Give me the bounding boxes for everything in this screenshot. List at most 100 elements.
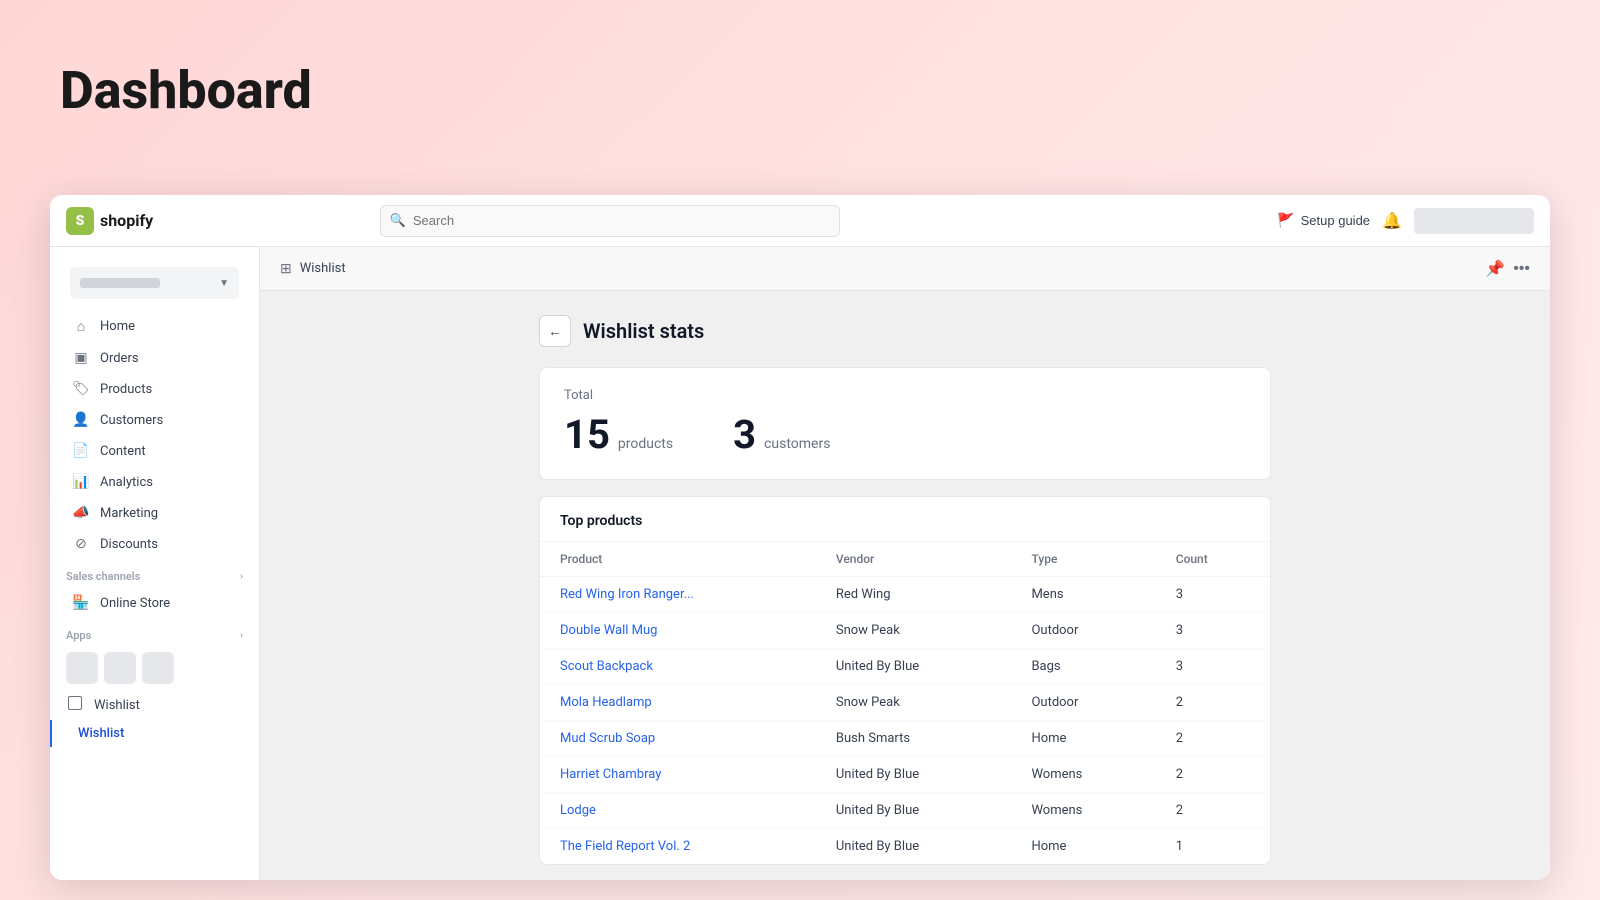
product-link[interactable]: Lodge	[560, 803, 596, 818]
store-name-placeholder	[80, 278, 160, 288]
type-cell: Home	[1011, 721, 1155, 757]
apps-section: Apps ›	[50, 619, 259, 646]
vendor-cell: Red Wing	[816, 577, 1012, 613]
count-cell: 2	[1156, 685, 1270, 721]
product-link[interactable]: Double Wall Mug	[560, 623, 657, 638]
sidebar-item-online-store-label: Online Store	[100, 596, 170, 611]
type-cell: Womens	[1011, 757, 1155, 793]
table-row: The Field Report Vol. 2 United By Blue H…	[540, 829, 1270, 865]
product-link[interactable]: Mud Scrub Soap	[560, 731, 655, 746]
count-cell: 3	[1156, 577, 1270, 613]
sidebar-item-orders-label: Orders	[100, 351, 139, 366]
vendor-cell: United By Blue	[816, 829, 1012, 865]
type-cell: Outdoor	[1011, 613, 1155, 649]
top-bar: S shopify 🔍 🚩 Setup guide 🔔	[50, 195, 1550, 247]
sidebar-item-orders[interactable]: ▣ Orders	[56, 343, 253, 373]
search-icon: 🔍	[390, 213, 406, 228]
col-type: Type	[1011, 542, 1155, 577]
discounts-icon: ⊘	[72, 536, 90, 552]
col-vendor: Vendor	[816, 542, 1012, 577]
product-link[interactable]: Scout Backpack	[560, 659, 653, 674]
app-icon-2[interactable]	[104, 652, 136, 684]
product-link[interactable]: The Field Report Vol. 2	[560, 839, 690, 854]
sidebar-item-products[interactable]: 🏷 Products	[56, 374, 253, 404]
vendor-cell: Snow Peak	[816, 685, 1012, 721]
apps-icons	[50, 646, 259, 690]
customers-count: 3	[733, 415, 756, 455]
wishlist-content: ← Wishlist stats Total 15 products 3 cus…	[515, 291, 1295, 880]
stats-numbers: 15 products 3 customers	[564, 415, 1246, 455]
sidebar-item-content[interactable]: 📄 Content	[56, 436, 253, 466]
top-bar-right: 🚩 Setup guide 🔔	[1277, 208, 1534, 234]
sidebar-item-wishlist-active-label: Wishlist	[78, 726, 124, 741]
count-cell: 2	[1156, 793, 1270, 829]
sidebar-item-wishlist-parent[interactable]: Wishlist	[50, 690, 259, 720]
marketing-icon: 📣	[72, 505, 90, 521]
products-unit: products	[618, 436, 673, 452]
type-cell: Womens	[1011, 793, 1155, 829]
shopify-logo: S shopify	[66, 207, 153, 235]
search-input[interactable]	[380, 205, 840, 237]
customers-unit: customers	[764, 436, 830, 452]
sidebar-item-wishlist-active[interactable]: Wishlist	[50, 720, 259, 747]
flag-icon: 🚩	[1277, 212, 1294, 229]
orders-icon: ▣	[72, 350, 90, 366]
sidebar-item-customers[interactable]: 👤 Customers	[56, 405, 253, 435]
type-cell: Home	[1011, 829, 1155, 865]
vendor-cell: United By Blue	[816, 757, 1012, 793]
product-cell: Double Wall Mug	[540, 613, 816, 649]
product-cell: Red Wing Iron Ranger...	[540, 577, 816, 613]
count-cell: 2	[1156, 721, 1270, 757]
sidebar-item-analytics-label: Analytics	[100, 475, 153, 490]
content-icon: 📄	[72, 443, 90, 459]
products-icon: 🏷	[72, 381, 90, 397]
app-icon-1[interactable]	[66, 652, 98, 684]
setup-guide-button[interactable]: 🚩 Setup guide	[1277, 212, 1370, 229]
sales-channels-chevron[interactable]: ›	[240, 571, 243, 582]
wishlist-parent-icon	[66, 696, 84, 714]
sales-channels-label: Sales channels	[66, 570, 140, 583]
chevron-down-icon: ▼	[219, 278, 229, 289]
vendor-cell: United By Blue	[816, 793, 1012, 829]
apps-chevron[interactable]: ›	[240, 630, 243, 641]
sidebar-item-wishlist-parent-label: Wishlist	[94, 698, 140, 713]
sidebar-item-home-label: Home	[100, 319, 135, 334]
notifications-button[interactable]: 🔔	[1382, 211, 1402, 231]
type-cell: Bags	[1011, 649, 1155, 685]
product-link[interactable]: Harriet Chambray	[560, 767, 661, 782]
product-cell: Scout Backpack	[540, 649, 816, 685]
sidebar-item-analytics[interactable]: 📊 Analytics	[56, 467, 253, 497]
app-icon-3[interactable]	[142, 652, 174, 684]
online-store-icon: 🏪	[72, 595, 90, 611]
customers-stat: 3 customers	[733, 415, 830, 455]
sidebar-item-discounts[interactable]: ⊘ Discounts	[56, 529, 253, 559]
table-row: Lodge United By Blue Womens 2	[540, 793, 1270, 829]
products-count: 15	[564, 415, 610, 455]
sidebar-item-online-store[interactable]: 🏪 Online Store	[56, 588, 253, 618]
sidebar-item-customers-label: Customers	[100, 413, 163, 428]
product-link[interactable]: Mola Headlamp	[560, 695, 652, 710]
table-row: Scout Backpack United By Blue Bags 3	[540, 649, 1270, 685]
breadcrumb-icon: ⊞	[280, 261, 292, 277]
more-button[interactable]: •••	[1513, 260, 1530, 278]
table-row: Mola Headlamp Snow Peak Outdoor 2	[540, 685, 1270, 721]
pin-button[interactable]: 📌	[1485, 259, 1505, 279]
product-cell: Lodge	[540, 793, 816, 829]
sidebar-item-home[interactable]: ⌂ Home	[56, 311, 253, 342]
count-cell: 3	[1156, 613, 1270, 649]
sales-channels-section: Sales channels ›	[50, 560, 259, 587]
type-cell: Outdoor	[1011, 685, 1155, 721]
product-cell: Mola Headlamp	[540, 685, 816, 721]
product-link[interactable]: Red Wing Iron Ranger...	[560, 587, 694, 602]
home-icon: ⌂	[72, 318, 90, 335]
col-product: Product	[540, 542, 816, 577]
count-cell: 2	[1156, 757, 1270, 793]
product-cell: Mud Scrub Soap	[540, 721, 816, 757]
store-selector-button[interactable]: ▼	[70, 267, 239, 299]
back-button[interactable]: ←	[539, 315, 571, 347]
sidebar-item-marketing[interactable]: 📣 Marketing	[56, 498, 253, 528]
sidebar-item-content-label: Content	[100, 444, 146, 459]
products-stat: 15 products	[564, 415, 673, 455]
page-title: Dashboard	[60, 60, 312, 121]
breadcrumb: ⊞ Wishlist	[280, 261, 346, 277]
